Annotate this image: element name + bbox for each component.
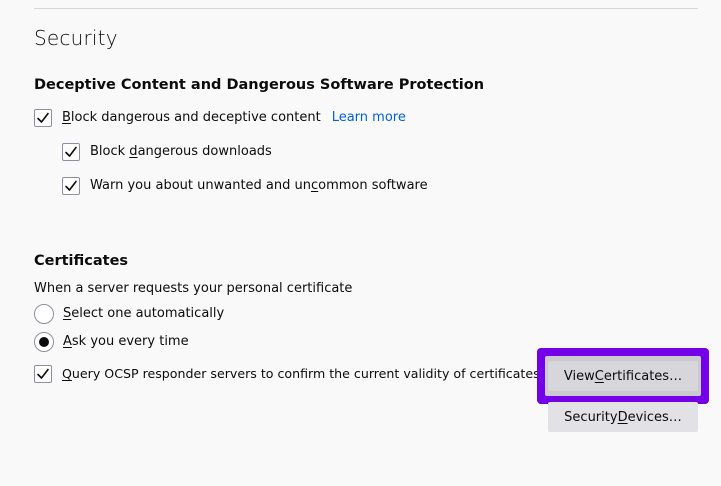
certificates-description: When a server requests your personal cer… — [34, 281, 353, 296]
security-devices-button[interactable]: Security Devices… — [548, 402, 698, 432]
ocsp-row[interactable]: Query OCSP responder servers to confirm … — [34, 363, 540, 385]
block-deceptive-label: Block dangerous and deceptive content — [62, 110, 321, 125]
block-downloads-row[interactable]: Block dangerous downloads — [62, 141, 272, 163]
radio-ask-every-time[interactable] — [34, 332, 54, 352]
checkmark-icon — [37, 112, 49, 123]
security-preferences-panel: Security Deceptive Content and Dangerous… — [0, 0, 721, 486]
radio-select-automatically[interactable] — [34, 304, 54, 324]
ocsp-label: Query OCSP responder servers to confirm … — [62, 366, 540, 381]
warn-unwanted-checkbox[interactable] — [62, 177, 80, 195]
radio-select-automatically-label: Select one automatically — [63, 306, 225, 321]
radio-ask-every-time-label: Ask you every time — [63, 334, 189, 349]
view-certificates-button[interactable]: View Certificates… — [548, 361, 698, 391]
deceptive-content-heading: Deceptive Content and Dangerous Software… — [34, 77, 485, 93]
ocsp-checkbox[interactable] — [34, 365, 52, 383]
radio-select-automatically-row[interactable]: Select one automatically — [34, 303, 224, 325]
section-divider — [34, 8, 698, 9]
block-deceptive-row[interactable]: Block dangerous and deceptive content Le… — [34, 107, 406, 129]
radio-selected-dot — [39, 337, 49, 347]
warn-unwanted-label: Warn you about unwanted and uncommon sof… — [90, 178, 428, 193]
checkmark-icon — [65, 146, 77, 157]
checkmark-icon — [65, 180, 77, 191]
learn-more-link[interactable]: Learn more — [332, 109, 406, 127]
block-downloads-label: Block dangerous downloads — [90, 144, 272, 159]
block-downloads-checkbox[interactable] — [62, 143, 80, 161]
section-title: Security — [34, 26, 118, 50]
block-deceptive-checkbox[interactable] — [34, 109, 52, 127]
checkmark-icon — [37, 368, 49, 379]
radio-ask-every-time-row[interactable]: Ask you every time — [34, 331, 189, 353]
certificates-heading: Certificates — [34, 253, 129, 269]
warn-unwanted-row[interactable]: Warn you about unwanted and uncommon sof… — [62, 175, 428, 197]
